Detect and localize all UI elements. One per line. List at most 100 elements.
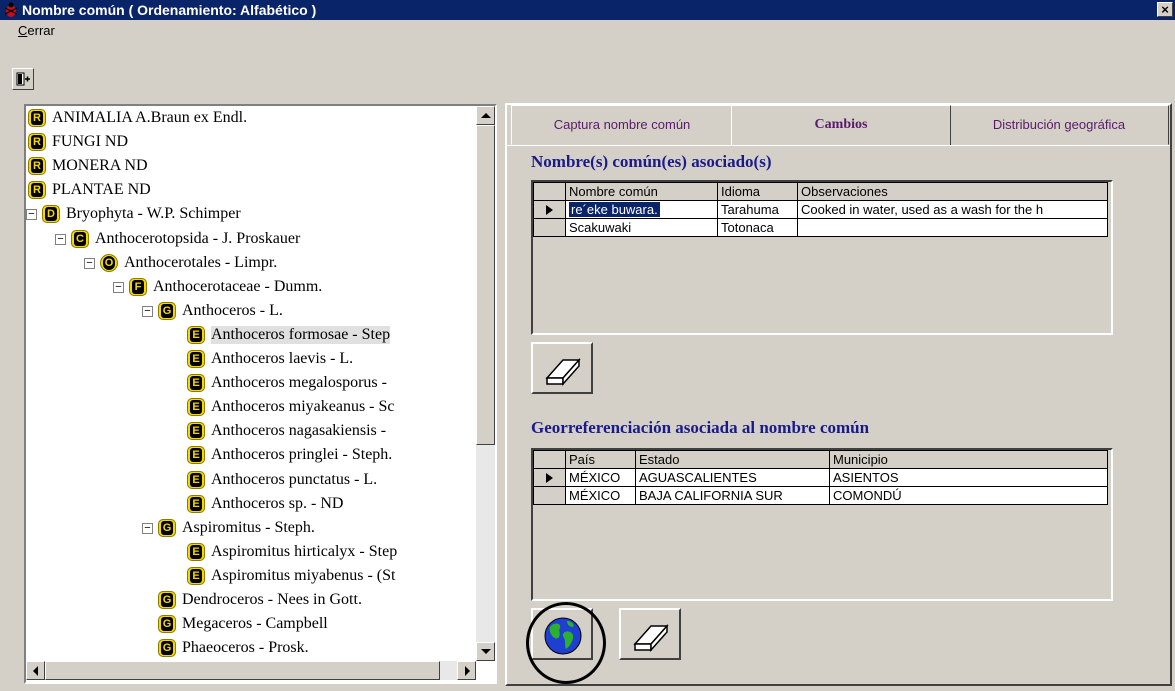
col-header-pais: País	[565, 450, 636, 469]
tree-item[interactable]: G Megaceros - Campbell	[26, 613, 476, 637]
tab-captura-nombre-comun[interactable]: Captura nombre común	[511, 105, 733, 145]
tree-item[interactable]: R FUNGI ND	[26, 131, 476, 155]
tree-item[interactable]: − G Anthoceros - L.	[26, 300, 476, 324]
cell-observaciones[interactable]: Cooked in water, used as a wash for the …	[797, 200, 1108, 219]
cell-municipio[interactable]: COMONDÚ	[829, 486, 1108, 505]
taxonomy-tree[interactable]: R ANIMALIA A.Braun ex Endl. R FUNGI ND R MONE…	[26, 106, 476, 661]
tree-item[interactable]: − O Anthocerotales - Limpr.	[26, 252, 476, 276]
tree-item-label: Aspiromitus miyabenus - (St	[211, 566, 396, 584]
tree-item[interactable]: E Aspiromitus miyabenus - (St	[26, 565, 476, 589]
row-indicator[interactable]	[533, 200, 566, 219]
tree-expander-icon[interactable]: −	[113, 281, 124, 293]
tree-item-label: Dendroceros - Nees in Gott.	[182, 591, 362, 608]
tree-item[interactable]: − C Anthocerotopsida - J. Proskauer	[26, 228, 476, 252]
table-row[interactable]: Scakuwaki Totonaca	[533, 218, 1108, 237]
tree-item[interactable]: − D Bryophyta - W.P. Schimper	[26, 203, 476, 227]
rank-badge-icon: G	[158, 639, 176, 658]
tree-item[interactable]: E Anthoceros nagasakiensis -	[26, 420, 476, 444]
tree-item[interactable]: E Anthoceros formosae - Step	[26, 324, 476, 348]
rank-badge-icon: G	[158, 615, 176, 634]
tree-expander-icon[interactable]: −	[142, 522, 153, 534]
tree-item[interactable]: E Anthoceros sp. - ND	[26, 493, 476, 517]
rank-badge-icon: G	[158, 591, 176, 609]
tab-distribucion-geografica[interactable]: Distribución geográfica	[949, 105, 1169, 145]
tree-expander-icon[interactable]: −	[84, 257, 95, 269]
tree-horizontal-scrollbar[interactable]	[26, 661, 476, 680]
row-indicator[interactable]	[533, 218, 566, 237]
scroll-left-button[interactable]	[26, 661, 45, 680]
rank-badge-icon: D	[42, 205, 60, 224]
cell-idioma[interactable]: Totonaca	[717, 218, 798, 237]
tree-item-label: Anthoceros pringlei - Steph.	[211, 446, 393, 464]
eraser-icon	[545, 358, 581, 386]
geo-section-title: Georreferenciación asociada al nombre co…	[531, 418, 870, 437]
exit-door-icon	[16, 72, 30, 86]
cell-idioma[interactable]: Tarahuma	[717, 200, 798, 219]
tree-item-label: Aspiromitus - Steph.	[182, 518, 315, 536]
exit-button[interactable]	[12, 68, 34, 90]
rank-badge-icon: R	[28, 157, 46, 176]
tree-item-label: Anthoceros - L.	[182, 301, 283, 319]
tree-item-label: Anthocerotaceae - Dumm.	[153, 277, 323, 295]
hscroll-thumb[interactable]	[45, 661, 440, 680]
rank-badge-icon: E	[187, 422, 205, 441]
tree-item[interactable]: − F Anthocerotaceae - Dumm.	[26, 276, 476, 300]
scroll-down-button[interactable]	[476, 642, 495, 661]
tree-item[interactable]: G Phaeoceros - Prosk.	[26, 637, 476, 661]
delete-georef-button[interactable]	[619, 608, 681, 660]
scroll-up-button[interactable]	[476, 106, 495, 125]
geo-grid[interactable]: País Estado Municipio MÉXICO AGUASCALIEN…	[531, 448, 1113, 601]
cell-nombre[interactable]: re´eke buwara.	[565, 200, 718, 219]
tree-vertical-scrollbar[interactable]	[476, 106, 495, 661]
menu-cerrar[interactable]: Cerrar	[18, 23, 55, 38]
cell-pais[interactable]: MÉXICO	[565, 468, 636, 487]
tree-item[interactable]: E Anthoceros pringlei - Steph.	[26, 444, 476, 468]
tree-item[interactable]: R ANIMALIA A.Braun ex Endl.	[26, 107, 476, 131]
cell-municipio[interactable]: ASIENTOS	[829, 468, 1108, 487]
cell-observaciones[interactable]	[797, 218, 1108, 237]
tree-item-label: PLANTAE ND	[52, 181, 151, 199]
row-indicator[interactable]	[533, 468, 566, 487]
table-row[interactable]: MÉXICO AGUASCALIENTES ASIENTOS	[533, 468, 1108, 487]
cell-estado[interactable]: AGUASCALIENTES	[635, 468, 830, 487]
grid-corner	[533, 450, 566, 469]
tree-expander-icon[interactable]: −	[55, 233, 66, 245]
scroll-thumb[interactable]	[476, 125, 495, 445]
highlight-circle	[526, 602, 606, 684]
nombres-grid[interactable]: Nombre común Idioma Observaciones re´eke…	[531, 180, 1113, 335]
col-header-nombre: Nombre común	[565, 182, 718, 201]
cell-nombre[interactable]: Scakuwaki	[565, 218, 718, 237]
rank-badge-icon: O	[100, 253, 118, 272]
tree-item[interactable]: − G Aspiromitus - Steph.	[26, 517, 476, 541]
rank-badge-icon: E	[187, 446, 205, 465]
tree-item[interactable]: E Anthoceros laevis - L.	[26, 348, 476, 372]
tab-cambios[interactable]: Cambios	[731, 105, 951, 145]
table-row[interactable]: re´eke buwara. Tarahuma Cooked in water,…	[533, 200, 1108, 219]
tree-expander-icon[interactable]: −	[26, 209, 37, 221]
row-indicator[interactable]	[533, 486, 566, 505]
tree-item[interactable]: E Anthoceros punctatus - L.	[26, 469, 476, 493]
grid-corner	[533, 182, 566, 201]
close-button[interactable]: ×	[1157, 2, 1173, 17]
cell-pais[interactable]: MÉXICO	[565, 486, 636, 505]
tree-item[interactable]: R MONERA ND	[26, 155, 476, 179]
tree-item[interactable]: E Anthoceros miyakeanus - Sc	[26, 396, 476, 420]
cell-estado[interactable]: BAJA CALIFORNIA SUR	[635, 486, 830, 505]
tree-item-label: Anthoceros nagasakiensis -	[211, 422, 387, 440]
tree-item[interactable]: E Aspiromitus hirticalyx - Step	[26, 541, 476, 565]
table-row[interactable]: MÉXICO BAJA CALIFORNIA SUR COMONDÚ	[533, 486, 1108, 505]
rank-badge-icon: C	[71, 229, 89, 248]
tree-item[interactable]: G Dendroceros - Nees in Gott.	[26, 589, 476, 613]
rank-badge-icon: E	[187, 542, 205, 561]
title-bar: Nombre común ( Ordenamiento: Alfabético …	[0, 0, 1175, 20]
tab-panel: Captura nombre común Distribución geográ…	[505, 103, 1172, 686]
tree-item[interactable]: R PLANTAE ND	[26, 179, 476, 203]
tree-item-label: Anthoceros punctatus - L.	[211, 470, 378, 488]
delete-nombre-button[interactable]	[531, 342, 593, 394]
col-header-estado: Estado	[635, 450, 830, 469]
scroll-right-button[interactable]	[457, 661, 476, 680]
tree-item-label: Phaeoceros - Prosk.	[182, 639, 309, 657]
tree-item-label: Anthoceros megalosporus -	[211, 374, 387, 392]
tree-expander-icon[interactable]: −	[142, 305, 153, 317]
tree-item[interactable]: E Anthoceros megalosporus -	[26, 372, 476, 396]
